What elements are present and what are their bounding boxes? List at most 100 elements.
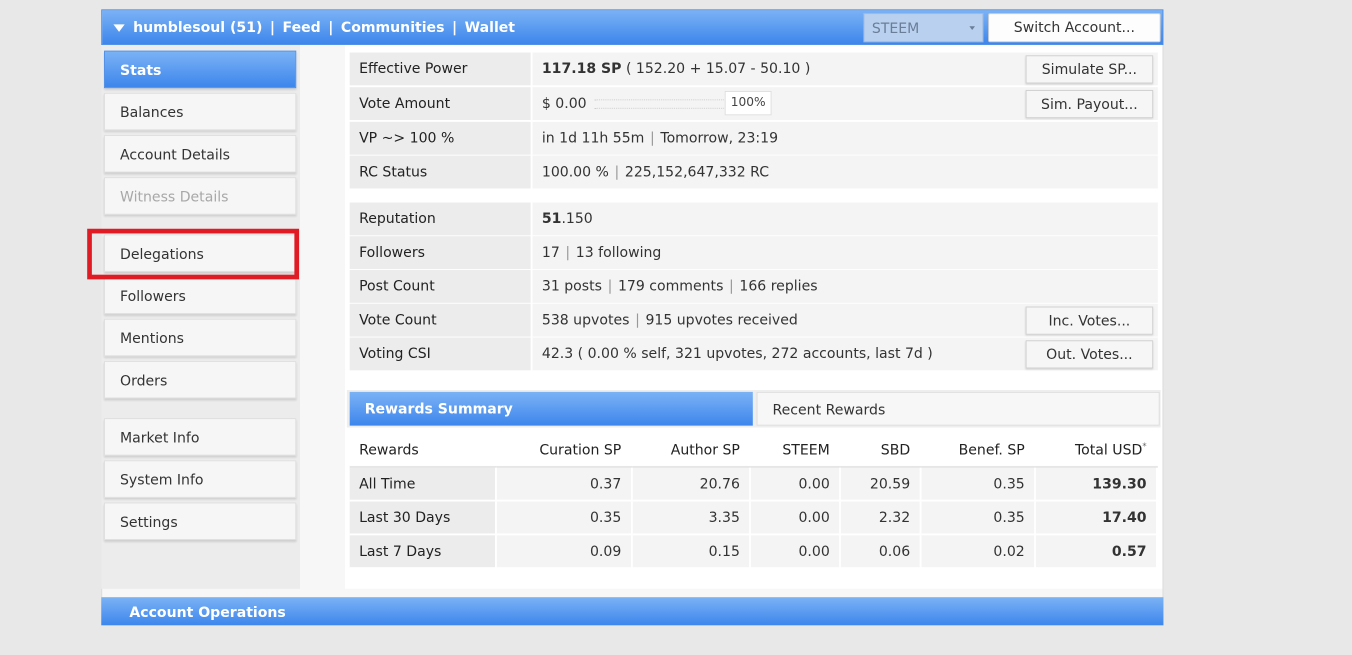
row-value: 31 posts | 179 comments | 166 replies [532,270,1158,303]
col-header-total: Total USD* [1035,433,1158,468]
sidebar-item-witness-details: Witness Details [104,177,297,215]
upvotes-received: 915 upvotes received [645,311,798,329]
row-label: RC Status [349,155,531,189]
cell: 0.02 [920,534,1036,570]
currency-select[interactable]: STEEM [863,13,984,43]
row-label: Reputation [349,202,531,236]
stats-row-vote-count: Vote Count 538 upvotes | 915 upvotes recei… [349,303,1158,337]
cell: 20.59 [840,466,922,502]
simulate-sp-button[interactable]: Simulate SP... [1025,55,1154,84]
following-count: 13 following [575,243,662,261]
currency-select-value: STEEM [871,19,920,37]
cell: 0.00 [750,534,842,570]
sidebar: Stats Balances Account Details Witness D… [101,45,300,589]
col-header: Benef. SP [920,433,1036,468]
separator: | [635,311,640,329]
col-header: Rewards [349,433,498,468]
row-value: 51.150 [532,202,1158,236]
cell: 0.35 [920,466,1036,502]
sidebar-item-orders[interactable]: Orders [104,360,297,399]
stats-row-voting-csi: Voting CSI 42.3 ( 0.00 % self, 321 upvot… [349,337,1158,371]
account-operations-bar[interactable]: Account Operations [101,597,1164,626]
cell: 0.15 [631,534,752,570]
posts-count: 31 posts [541,277,602,295]
tab-recent-rewards[interactable]: Recent Rewards [756,391,1160,426]
cell: 0.09 [496,534,633,570]
vote-weight-slider[interactable] [594,98,731,109]
collapse-triangle-icon[interactable] [113,24,125,32]
row-label: VP ~> 100 % [349,121,531,155]
sidebar-item-settings[interactable]: Settings [104,502,297,540]
nav-communities[interactable]: Communities [341,19,445,36]
delegations-highlight-box [87,228,300,280]
row-label: Vote Count [349,303,531,337]
tab-rewards-summary[interactable]: Rewards Summary [349,391,753,426]
table-row: Last 30 Days 0.35 3.35 0.00 2.32 0.35 17… [349,500,1158,536]
sim-payout-button[interactable]: Sim. Payout... [1025,90,1154,119]
separator: | [614,163,620,180]
nav-separator: | [451,18,458,36]
row-value: 42.3 ( 0.00 % self, 321 upvotes, 272 acc… [532,337,1158,371]
vp-time: Tomorrow, 23:19 [660,129,779,147]
replies-count: 166 replies [739,277,818,295]
stats-row-followers: Followers 17 | 13 following [349,236,1158,270]
sidebar-item-mentions[interactable]: Mentions [104,318,297,357]
cell: 0.00 [750,466,842,502]
followers-count: 17 [541,243,560,261]
switch-account-button[interactable]: Switch Account... [988,13,1161,43]
separator: | [607,277,613,295]
stats-row-vote-amount: Vote Amount $ 0.00 100% Sim. Payout... [349,87,1158,120]
cell: 20.76 [631,466,752,502]
stats-row-post-count: Post Count 31 posts | 179 comments | 166 rep… [349,270,1158,303]
cell: 0.35 [496,500,633,536]
row-value: 100.00 % | 225,152,647,332 RC [532,155,1158,189]
top-nav: humblesoul (51) | Feed | Communities | Wallet [133,19,515,36]
cell: 0.35 [920,500,1036,536]
nav-feed[interactable]: Feed [283,19,321,36]
stats-row-rc: RC Status 100.00 % | 225,152,647,332 RC [349,155,1158,189]
table-row: All Time 0.37 20.76 0.00 20.59 0.35 139.… [349,466,1158,502]
row-label: Voting CSI [349,337,531,371]
inc-votes-button[interactable]: Inc. Votes... [1025,306,1154,335]
top-bar: humblesoul (51) | Feed | Communities | Wallet … [101,9,1164,45]
col-header: SBD [840,433,922,468]
reputation-int: 51 [541,210,562,227]
col-header: STEEM [750,433,842,468]
out-votes-button[interactable]: Out. Votes... [1025,340,1154,369]
stats-row-vp: VP ~> 100 % in 1d 11h 55m | Tomorrow, 23:1… [349,121,1158,155]
footnote-mark: * [1142,442,1147,452]
cell: Last 30 Days [349,500,498,536]
cell-total: 0.57 [1035,534,1158,570]
col-header: Author SP [631,433,752,468]
upvotes-count: 538 upvotes [541,311,630,329]
sidebar-item-market-info[interactable]: Market Info [104,418,297,456]
col-header: Curation SP [496,433,633,468]
sidebar-item-stats[interactable]: Stats [104,50,297,89]
nav-wallet[interactable]: Wallet [465,19,515,36]
separator: | [650,129,655,147]
comments-count: 179 comments [617,277,724,295]
sidebar-item-balances[interactable]: Balances [104,92,297,131]
cell: All Time [349,466,498,502]
chevron-down-icon [969,26,975,30]
rc-percent: 100.00 % [541,163,609,180]
separator: | [729,277,734,295]
user-link[interactable]: humblesoul (51) [133,19,262,36]
row-value: in 1d 11h 55m | Tomorrow, 23:19 [532,121,1158,155]
vote-amount-value: $ 0.00 [541,94,587,112]
sidebar-item-followers[interactable]: Followers [104,276,297,315]
reputation-dec: .150 [561,210,593,227]
row-value: $ 0.00 100% Sim. Payout... [532,87,1158,120]
cell: 2.32 [840,500,922,536]
sidebar-item-account-details[interactable]: Account Details [104,135,297,173]
row-value: 538 upvotes | 915 upvotes received Inc. Vo… [532,303,1158,337]
sidebar-item-system-info[interactable]: System Info [104,460,297,498]
voting-csi-value: 42.3 ( 0.00 % self, 321 upvotes, 272 acc… [541,345,933,362]
cell: 0.37 [496,466,633,502]
vp-eta: in 1d 11h 55m [541,129,645,147]
nav-separator: | [328,18,334,36]
cell-total: 139.30 [1035,466,1158,502]
stats-row-reputation: Reputation 51.150 [349,202,1158,236]
table-row: Last 7 Days 0.09 0.15 0.00 0.06 0.02 0.5… [349,534,1158,570]
separator: | [565,243,571,261]
